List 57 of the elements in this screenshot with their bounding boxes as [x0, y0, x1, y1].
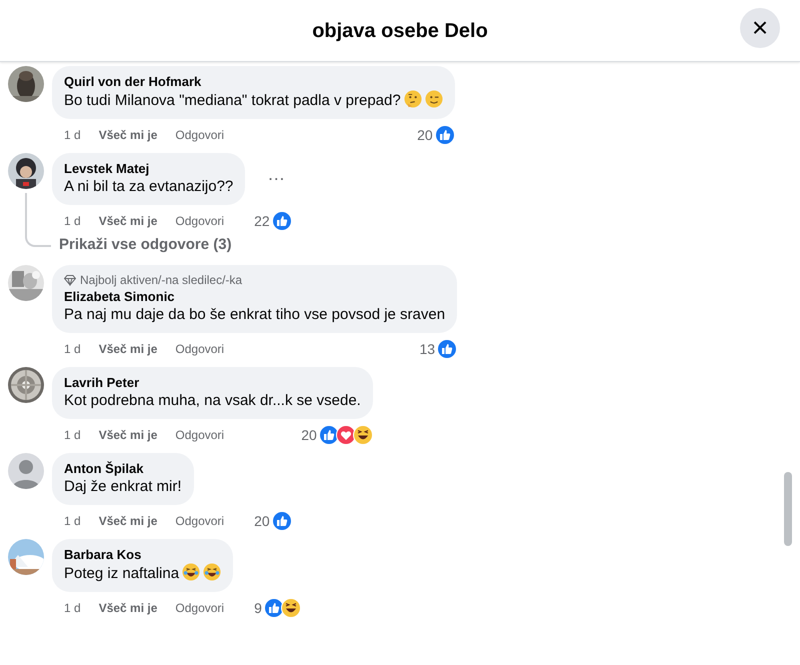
laughing-reaction-icon — [280, 598, 301, 618]
comment-text: Kot podrebna muha, na vsak dr...k se vsede. — [64, 392, 361, 409]
like-reaction-icon — [318, 425, 339, 445]
reaction-count[interactable]: 20 — [254, 510, 270, 532]
author-name[interactable]: Levstek Matej — [64, 160, 234, 177]
comment-text: Pa naj mu daje da bo še enkrat tiho vse povsod je sraven — [64, 306, 446, 323]
reply-link[interactable]: Odgovori — [175, 512, 224, 530]
reaction-count[interactable]: 9 — [254, 598, 262, 618]
comment-text: Bo tudi Milanova "mediana" tokrat padla v prepad? — [64, 92, 401, 109]
heart-reaction-icon — [336, 425, 356, 445]
reply-link[interactable]: Odgovori — [175, 212, 224, 230]
like-link[interactable]: Všeč mi je — [98, 512, 158, 530]
reaction-count[interactable]: 20 — [301, 424, 317, 446]
thinking-emoji-icon — [404, 90, 422, 108]
like-reaction-icon — [272, 211, 292, 231]
like-link[interactable]: Všeč mi je — [98, 599, 158, 617]
reaction-count[interactable]: 20 — [417, 124, 433, 146]
laughing-reaction-icon — [352, 425, 373, 445]
reaction-count[interactable]: 13 — [420, 338, 436, 360]
diamond-icon — [64, 274, 76, 286]
reply-link[interactable]: Odgovori — [175, 426, 224, 444]
like-link[interactable]: Všeč mi je — [98, 126, 158, 144]
wink-emoji-icon — [424, 90, 443, 108]
avatar-icon — [8, 453, 44, 489]
like-link[interactable]: Všeč mi je — [98, 340, 158, 358]
reaction-count[interactable]: 22 — [254, 210, 270, 232]
scrollbar-thumb[interactable] — [784, 472, 792, 546]
close-button[interactable]: × — [740, 8, 780, 48]
comment-text: Poteg iz naftalina — [64, 565, 180, 582]
author-name[interactable]: Lavrih Peter — [64, 374, 361, 391]
laughing-emoji-icon — [182, 563, 200, 581]
comment-time[interactable]: 1 d — [64, 126, 81, 144]
like-reaction-icon — [272, 511, 292, 531]
comment-time[interactable]: 1 d — [64, 340, 81, 358]
more-button[interactable]: … — [263, 160, 290, 188]
like-link[interactable]: Všeč mi je — [98, 426, 158, 444]
comment-time[interactable]: 1 d — [64, 426, 81, 444]
laughing-emoji-icon — [203, 563, 222, 581]
like-reaction-icon — [434, 125, 455, 145]
reply-link[interactable]: Odgovori — [175, 340, 224, 358]
dialog-title: objava osebe Delo — [312, 18, 488, 44]
badge-label: Najbolj aktiven/-na sledilec/-ka — [80, 272, 242, 288]
comment-text: Daj že enkrat mir! — [64, 478, 182, 495]
author-name[interactable]: Anton Špilak — [64, 460, 182, 477]
comment-time[interactable]: 1 d — [64, 599, 81, 617]
like-reaction-icon — [264, 598, 284, 618]
author-name[interactable]: Quirl von der Hofmark — [64, 73, 443, 90]
comment-text: A ni bil ta za evtanazijo?? — [64, 178, 234, 195]
comment-time[interactable]: 1 d — [64, 212, 81, 230]
like-link[interactable]: Všeč mi je — [98, 212, 158, 230]
reply-link[interactable]: Odgovori — [175, 599, 224, 617]
reply-link[interactable]: Odgovori — [175, 126, 224, 144]
view-replies-link[interactable]: Prikaži vse odgovore (3) — [59, 235, 232, 255]
comment-time[interactable]: 1 d — [64, 512, 81, 530]
author-name[interactable]: Barbara Kos — [64, 546, 222, 563]
author-name[interactable]: Elizabeta Simonic — [64, 288, 446, 305]
like-reaction-icon — [437, 339, 458, 359]
